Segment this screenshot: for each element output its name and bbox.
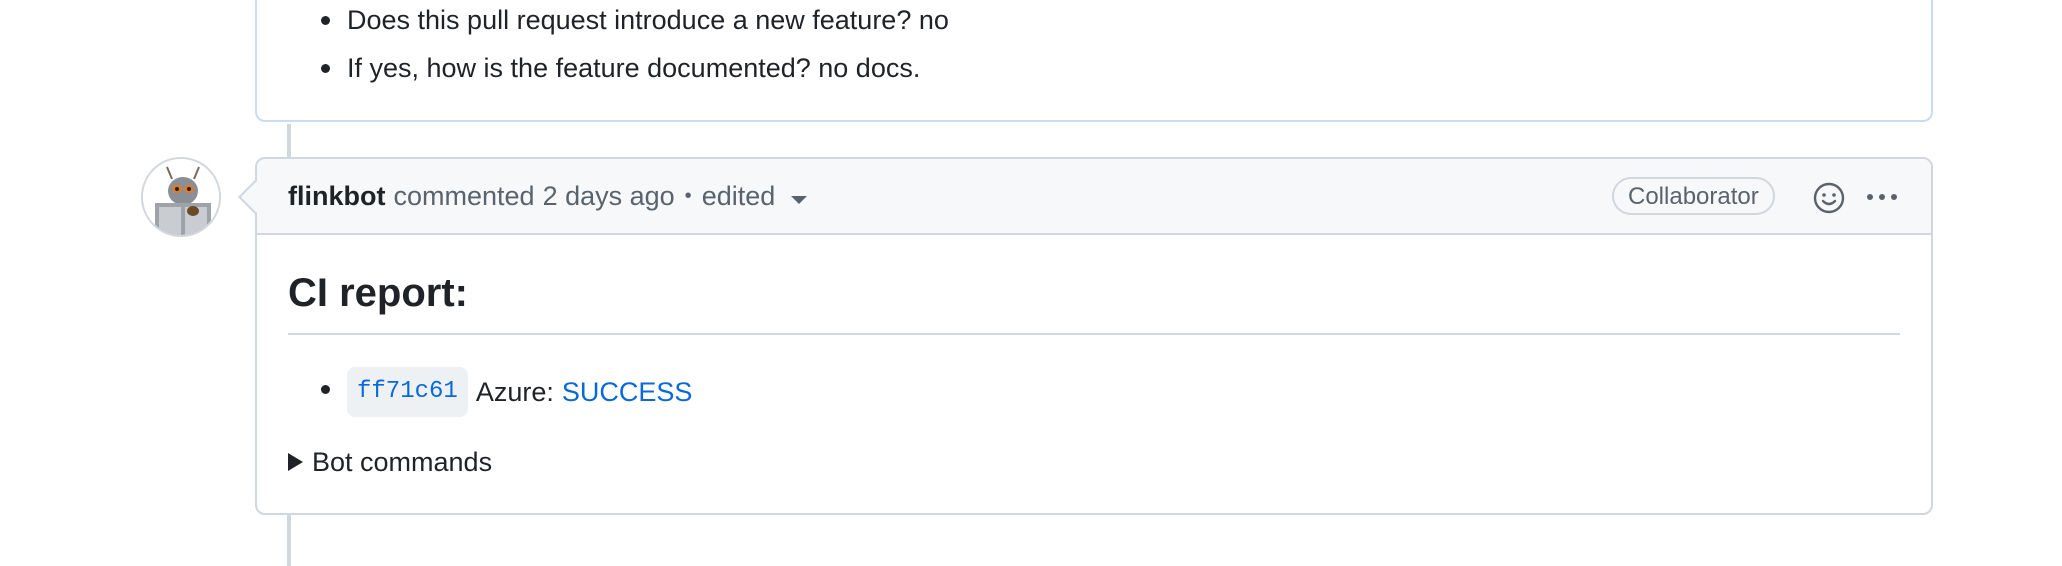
list-item: Does this pull request introduce a new f… <box>321 0 949 44</box>
avatar[interactable] <box>141 157 221 237</box>
chevron-down-icon[interactable] <box>791 196 808 204</box>
collaborator-badge: Collaborator <box>1612 177 1775 215</box>
list-item: If yes, how is the feature documented? n… <box>321 44 949 92</box>
heading-divider <box>288 333 1900 335</box>
list-item-text: If yes, how is the feature documented? n… <box>347 53 921 83</box>
comment-action: commented <box>393 180 535 211</box>
bot-commands-label: Bot commands <box>312 447 493 477</box>
bullet-icon <box>321 64 330 73</box>
ci-label: Azure: <box>475 377 554 407</box>
author-link[interactable]: flinkbot <box>288 181 385 212</box>
comment-meta: flinkbot commented 2 days ago • edited <box>288 159 808 233</box>
bullet-icon <box>321 385 330 394</box>
smiley-icon[interactable] <box>1812 181 1846 215</box>
comment-box: flinkbot commented 2 days ago • edited C… <box>238 157 1933 515</box>
list-item: ff71c61 Azure: SUCCESS <box>321 367 692 417</box>
kebab-menu-icon[interactable] <box>1862 183 1902 211</box>
separator-dot: • <box>684 184 692 207</box>
list-item-text: Does this pull request introduce a new f… <box>347 5 949 35</box>
comment-header: flinkbot commented 2 days ago • edited C… <box>257 159 1931 235</box>
ci-report-list: ff71c61 Azure: SUCCESS <box>321 367 692 417</box>
ci-status-link[interactable]: SUCCESS <box>562 370 693 414</box>
commit-sha-link[interactable]: ff71c61 <box>347 367 468 417</box>
bot-commands-toggle[interactable]: Bot commands <box>288 440 492 484</box>
flinkbot-avatar-icon <box>143 159 219 235</box>
previous-comment-list: Does this pull request introduce a new f… <box>321 0 949 92</box>
triangle-right-icon <box>288 453 303 471</box>
edited-dropdown-label[interactable]: edited <box>702 181 776 212</box>
bullet-icon <box>321 16 330 25</box>
ci-report-heading: CI report: <box>288 271 468 315</box>
comment-timestamp[interactable]: 2 days ago <box>543 181 675 212</box>
previous-comment-body: Does this pull request introduce a new f… <box>255 0 1933 122</box>
